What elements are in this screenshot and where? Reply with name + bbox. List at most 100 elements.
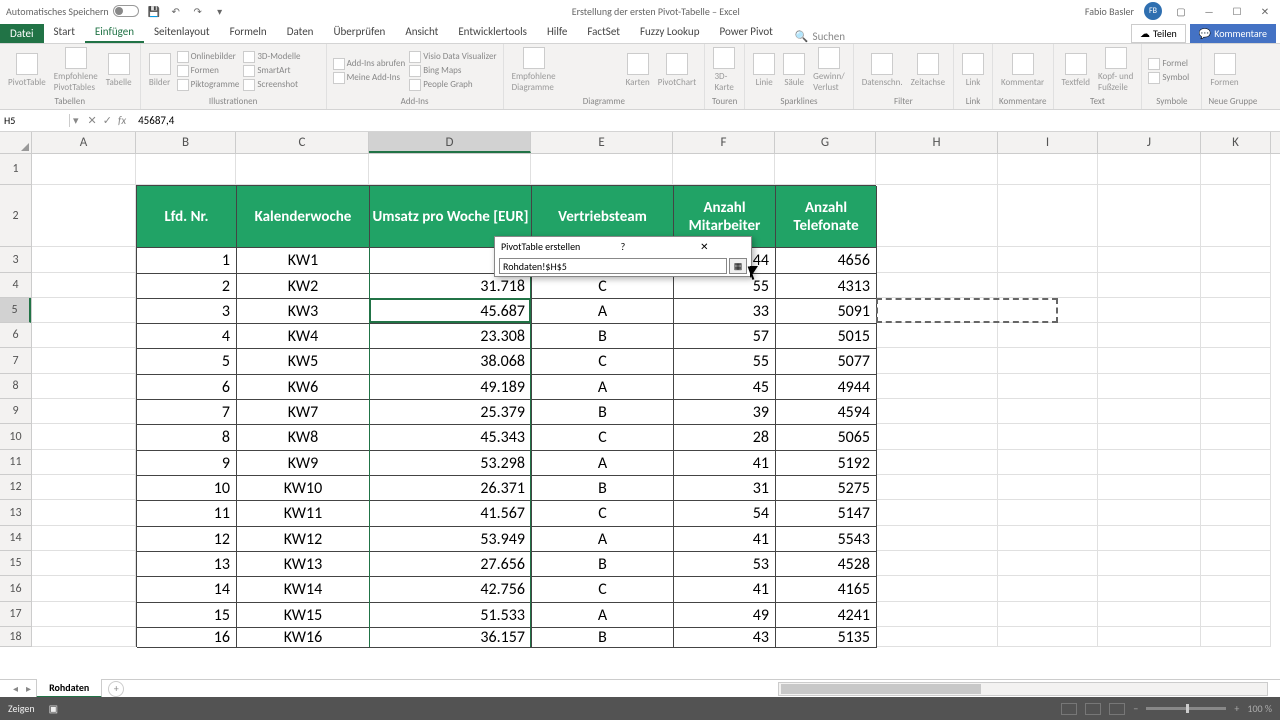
worksheet-grid[interactable]: ABCDEFGHIJK 123456789101112131415161718 … — [0, 132, 1280, 648]
table-cell[interactable]: 4944 — [776, 375, 877, 400]
table-cell[interactable]: KW11 — [237, 501, 370, 527]
table-cell[interactable]: 55 — [674, 349, 776, 375]
rec-pivottables-button[interactable]: Empfohlene PivotTables — [52, 45, 100, 95]
table-cell[interactable]: 38.068 — [370, 349, 532, 375]
table-header[interactable]: Anzahl Telefonate — [776, 186, 877, 248]
table-cell[interactable]: C — [532, 577, 674, 603]
table-cell[interactable]: KW9 — [237, 451, 370, 476]
name-box[interactable]: H5 — [0, 114, 70, 127]
fx-icon[interactable]: fx — [118, 114, 126, 127]
table-header[interactable]: Lfd. Nr. — [137, 186, 237, 248]
screenshot-button[interactable]: Screenshot — [243, 78, 300, 92]
zoom-level[interactable]: 100 % — [1247, 702, 1272, 715]
save-icon[interactable]: 💾 — [147, 4, 161, 18]
avatar[interactable]: FB — [1144, 2, 1162, 20]
table-cell[interactable]: C — [532, 501, 674, 527]
table-cell[interactable]: 45 — [674, 375, 776, 400]
row-header[interactable]: 3 — [0, 247, 31, 273]
table-header[interactable]: Kalenderwoche — [237, 186, 370, 248]
table-cell[interactable]: 45.343 — [370, 425, 532, 451]
tab-formeln[interactable]: Formeln — [220, 22, 277, 43]
table-cell[interactable]: 42.756 — [370, 577, 532, 603]
table-cell[interactable]: 5192 — [776, 451, 877, 476]
table-cell[interactable]: 4165 — [776, 577, 877, 603]
view-normal-icon[interactable] — [1061, 703, 1077, 715]
horizontal-scrollbar[interactable] — [778, 682, 1268, 696]
table-cell[interactable]: 9 — [137, 451, 237, 476]
tab-hilfe[interactable]: Hilfe — [537, 22, 577, 43]
zoom-slider[interactable] — [1146, 707, 1226, 710]
header-footer-button[interactable]: Kopf- und Fußzeile — [1096, 45, 1135, 95]
tab-entwicklertools[interactable]: Entwicklertools — [448, 22, 537, 43]
name-dropdown-icon[interactable]: ▾ — [70, 114, 82, 127]
table-cell[interactable]: KW13 — [237, 552, 370, 577]
table-cell[interactable]: 33 — [674, 299, 776, 324]
3d-map-button[interactable]: 3D- Karte — [711, 45, 737, 95]
table-cell[interactable]: 5015 — [776, 324, 877, 349]
cancel-formula-icon[interactable]: ✕ — [88, 114, 97, 127]
table-cell[interactable]: C — [532, 274, 674, 299]
table-cell[interactable]: 5077 — [776, 349, 877, 375]
sparkline-line-button[interactable]: Linie — [751, 51, 777, 90]
table-cell[interactable]: 41 — [674, 577, 776, 603]
comment-button[interactable]: Kommentar — [999, 51, 1046, 90]
pivotchart-button[interactable]: PivotChart — [656, 51, 698, 90]
pictures-button[interactable]: Bilder — [147, 51, 173, 90]
table-cell[interactable]: 54 — [674, 501, 776, 527]
collapse-dialog-icon[interactable]: ▦ — [729, 258, 747, 274]
table-cell[interactable]: 14 — [137, 577, 237, 603]
get-addins-button[interactable]: Add-Ins abrufen — [333, 57, 406, 71]
column-header[interactable]: J — [1098, 132, 1201, 153]
table-cell[interactable]: 41 — [674, 451, 776, 476]
row-header[interactable]: 2 — [0, 185, 31, 247]
table-cell[interactable]: 10 — [137, 476, 237, 501]
table-cell[interactable]: C — [532, 349, 674, 375]
row-header[interactable]: 1 — [0, 154, 31, 185]
share-button[interactable]: ☁ Teilen — [1131, 24, 1186, 43]
select-all-button[interactable] — [0, 132, 32, 154]
column-header[interactable]: H — [876, 132, 998, 153]
table-cell[interactable]: 45.687 — [370, 299, 532, 324]
undo-icon[interactable]: ↶ — [169, 4, 183, 18]
row-header[interactable]: 16 — [0, 576, 31, 602]
tab-file[interactable]: Datei — [0, 24, 44, 43]
sheet-prev-icon[interactable]: ◂ — [10, 682, 21, 695]
shapes-group-button[interactable]: Formen — [1208, 51, 1240, 90]
zoom-out-icon[interactable]: − — [1133, 702, 1138, 715]
textbox-button[interactable]: Textfeld — [1060, 51, 1092, 90]
table-cell[interactable]: 7 — [137, 400, 237, 425]
table-cell[interactable]: 43 — [674, 628, 776, 648]
table-cell[interactable]: 4594 — [776, 400, 877, 425]
table-cell[interactable]: B — [532, 324, 674, 349]
tab-daten[interactable]: Daten — [277, 22, 324, 43]
row-header[interactable]: 12 — [0, 475, 31, 500]
row-header[interactable]: 17 — [0, 602, 31, 627]
table-cell[interactable]: 2 — [137, 274, 237, 299]
close-icon[interactable]: ✕ — [1256, 4, 1274, 18]
column-header[interactable]: B — [136, 132, 236, 153]
column-header[interactable]: K — [1201, 132, 1271, 153]
table-cell[interactable]: 49 — [674, 603, 776, 628]
icons-button[interactable]: Piktogramme — [177, 78, 240, 92]
table-cell[interactable]: KW16 — [237, 628, 370, 648]
row-header[interactable]: 6 — [0, 323, 31, 348]
table-button[interactable]: Tabelle — [104, 51, 134, 90]
table-cell[interactable]: 41.567 — [370, 501, 532, 527]
row-header[interactable]: 10 — [0, 424, 31, 450]
table-cell[interactable]: 31.718 — [370, 274, 532, 299]
redo-icon[interactable]: ↷ — [191, 4, 205, 18]
table-cell[interactable]: 4528 — [776, 552, 877, 577]
table-cell[interactable]: KW10 — [237, 476, 370, 501]
3d-models-button[interactable]: 3D-Modelle — [243, 50, 300, 64]
table-cell[interactable]: 27.656 — [370, 552, 532, 577]
table-cell[interactable]: 5065 — [776, 425, 877, 451]
table-cell[interactable]: A — [532, 527, 674, 552]
online-pictures-button[interactable]: Onlinebilder — [177, 50, 240, 64]
table-cell[interactable]: 4313 — [776, 274, 877, 299]
ribbon-display-icon[interactable]: ▢ — [1172, 4, 1190, 18]
zoom-in-icon[interactable]: + — [1234, 702, 1239, 715]
column-header[interactable]: I — [998, 132, 1098, 153]
table-cell[interactable]: 15 — [137, 603, 237, 628]
formula-input[interactable]: 45687,4 — [132, 114, 1280, 127]
maximize-icon[interactable]: ☐ — [1228, 4, 1246, 18]
